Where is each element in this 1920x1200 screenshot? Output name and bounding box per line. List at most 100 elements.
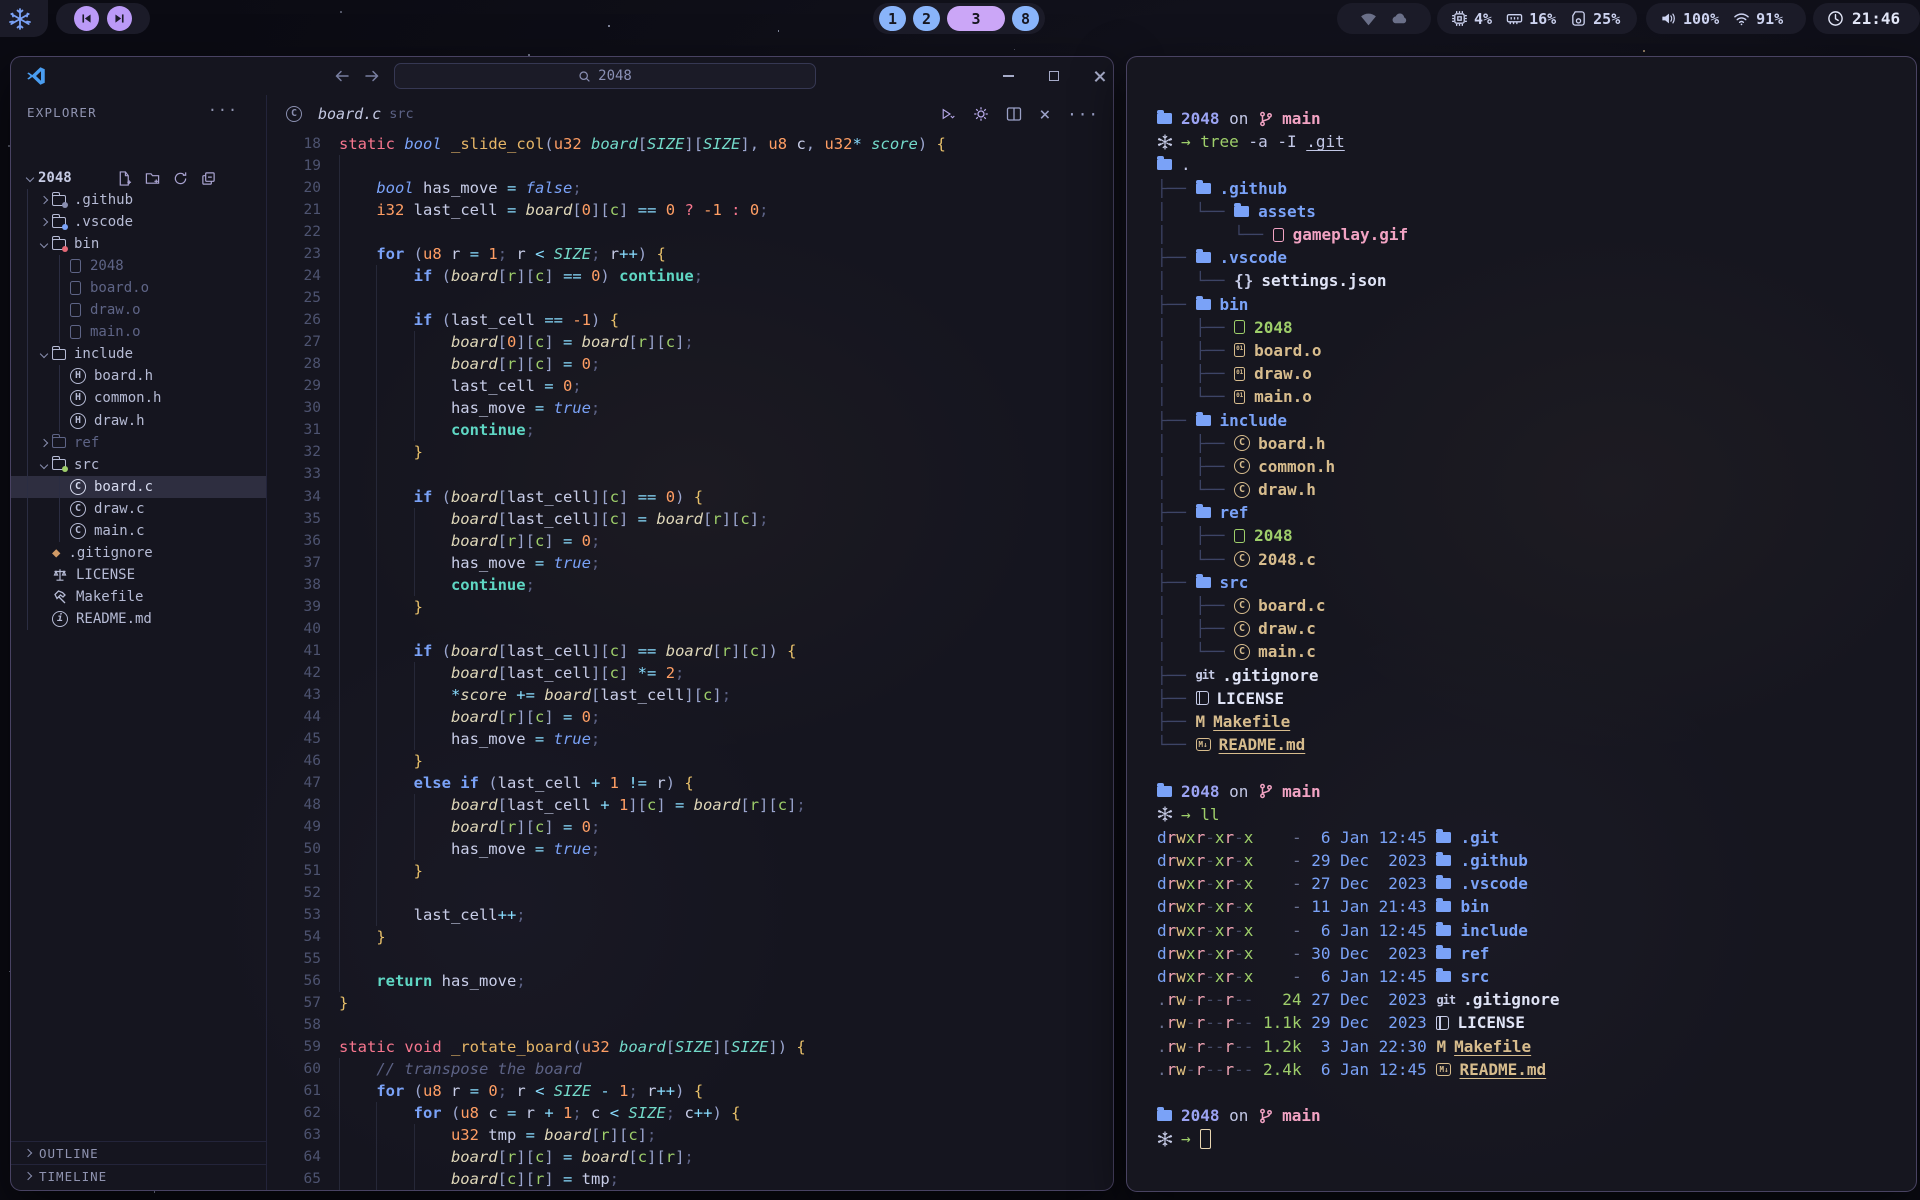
media-next-button[interactable] (107, 6, 132, 31)
code-line-62[interactable]: 62for (u8 c = r + 1; c < SIZE; c++) { (268, 1102, 1113, 1124)
code-line-61[interactable]: 61for (u8 r = 0; r < SIZE - 1; r++) { (268, 1080, 1113, 1102)
maximize-button[interactable] (1045, 67, 1063, 85)
close-editor-icon[interactable] (1040, 110, 1049, 119)
code-line-51[interactable]: 51} (268, 860, 1113, 882)
code-line-21[interactable]: 21i32 last_cell = board[0][c] == 0 ? -1 … (268, 199, 1113, 221)
tree-item-.gitignore[interactable]: ◆.gitignore (11, 542, 266, 564)
command-search-input[interactable]: 2048 (394, 63, 816, 89)
minimize-button[interactable] (999, 67, 1017, 85)
tree-item-main.o[interactable]: main.o (11, 321, 266, 343)
code-line-31[interactable]: 31continue; (268, 419, 1113, 441)
tree-item-bin[interactable]: bin (11, 233, 266, 255)
terminal-cursor[interactable] (1200, 1129, 1211, 1149)
code-line-45[interactable]: 45has_move = true; (268, 728, 1113, 750)
code-line-50[interactable]: 50has_move = true; (268, 838, 1113, 860)
code-line-18[interactable]: 18static bool _slide_col(u32 board[SIZE]… (268, 133, 1113, 155)
tree-item-src[interactable]: src (11, 454, 266, 476)
tree-item-board.c[interactable]: Cboard.c (11, 476, 266, 498)
weather-widget[interactable] (1337, 3, 1431, 34)
tree-item-draw.c[interactable]: Cdraw.c (11, 498, 266, 520)
code-line-48[interactable]: 48board[last_cell + 1][c] = board[r][c]; (268, 794, 1113, 816)
code-line-46[interactable]: 46} (268, 750, 1113, 772)
code-line-32[interactable]: 32} (268, 441, 1113, 463)
system-stats[interactable]: 4% 16% 25% (1437, 3, 1637, 34)
code-line-65[interactable]: 65board[c][r] = tmp; (268, 1168, 1113, 1190)
code-line-26[interactable]: 26if (last_cell == -1) { (268, 309, 1113, 331)
new-file-icon[interactable] (117, 171, 132, 186)
audio-network-widget[interactable]: 100% 91% (1646, 3, 1806, 34)
tree-item-draw.o[interactable]: draw.o (11, 299, 266, 321)
code-line-39[interactable]: 39} (268, 596, 1113, 618)
terminal-window[interactable]: 2048 on main→ tree -a -I .git.├── .githu… (1126, 56, 1917, 1192)
clock-widget[interactable]: 21:46 (1813, 3, 1920, 34)
code-line-58[interactable]: 58 (268, 1014, 1113, 1036)
code-line-34[interactable]: 34if (board[last_cell][c] == 0) { (268, 486, 1113, 508)
code-line-24[interactable]: 24if (board[r][c] == 0) continue; (268, 265, 1113, 287)
code-line-19[interactable]: 19 (268, 155, 1113, 177)
code-line-56[interactable]: 56return has_move; (268, 970, 1113, 992)
tree-item-.vscode[interactable]: .vscode (11, 211, 266, 233)
code-line-60[interactable]: 60// transpose the board (268, 1058, 1113, 1080)
tree-item-include[interactable]: include (11, 343, 266, 365)
run-debug-button[interactable] (940, 106, 956, 122)
tree-item-README.md[interactable]: iREADME.md (11, 608, 266, 630)
code-editor-area[interactable]: 18static bool _slide_col(u32 board[SIZE]… (268, 133, 1113, 1190)
code-line-44[interactable]: 44board[r][c] = 0; (268, 706, 1113, 728)
media-previous-button[interactable] (74, 6, 99, 31)
editor-more-icon[interactable]: ··· (1067, 105, 1099, 124)
workspace-1[interactable]: 1 (879, 6, 906, 31)
code-line-42[interactable]: 42board[last_cell][c] *= 2; (268, 662, 1113, 684)
tree-item-board.o[interactable]: board.o (11, 277, 266, 299)
history-forward-button[interactable] (363, 67, 381, 85)
collapse-folders-icon[interactable] (201, 171, 216, 186)
workspace-8[interactable]: 8 (1012, 6, 1039, 31)
new-folder-icon[interactable] (145, 171, 160, 186)
code-line-57[interactable]: 57} (268, 992, 1113, 1014)
refresh-icon[interactable] (173, 171, 188, 186)
code-line-40[interactable]: 40 (268, 618, 1113, 640)
code-line-64[interactable]: 64board[r][c] = board[c][r]; (268, 1146, 1113, 1168)
tree-item-LICENSE[interactable]: LICENSE (11, 564, 266, 586)
tree-item-board.h[interactable]: Hboard.h (11, 365, 266, 387)
tree-item-ref[interactable]: ref (11, 432, 266, 454)
close-window-button[interactable] (1090, 67, 1108, 85)
code-line-35[interactable]: 35board[last_cell][c] = board[r][c]; (268, 508, 1113, 530)
code-line-27[interactable]: 27board[0][c] = board[r][c]; (268, 331, 1113, 353)
code-line-22[interactable]: 22 (268, 221, 1113, 243)
workspace-2[interactable]: 2 (913, 6, 940, 31)
code-line-63[interactable]: 63u32 tmp = board[r][c]; (268, 1124, 1113, 1146)
explorer-root-2048[interactable]: 2048 (11, 167, 266, 189)
code-line-54[interactable]: 54} (268, 926, 1113, 948)
code-line-49[interactable]: 49board[r][c] = 0; (268, 816, 1113, 838)
code-line-41[interactable]: 41if (board[last_cell][c] == board[r][c]… (268, 640, 1113, 662)
code-line-52[interactable]: 52 (268, 882, 1113, 904)
code-line-59[interactable]: 59static void _rotate_board(u32 board[SI… (268, 1036, 1113, 1058)
code-line-29[interactable]: 29last_cell = 0; (268, 375, 1113, 397)
code-line-38[interactable]: 38continue; (268, 574, 1113, 596)
code-line-20[interactable]: 20bool has_move = false; (268, 177, 1113, 199)
settings-gear-icon[interactable] (973, 106, 989, 122)
code-line-36[interactable]: 36board[r][c] = 0; (268, 530, 1113, 552)
panel-outline[interactable]: OUTLINE (11, 1141, 266, 1164)
tab-board-c[interactable]: C board.c src (276, 95, 424, 133)
tree-item-.github[interactable]: .github (11, 189, 266, 211)
panel-timeline[interactable]: TIMELINE (11, 1164, 266, 1187)
tree-item-main.c[interactable]: Cmain.c (11, 520, 266, 542)
tree-item-2048[interactable]: 2048 (11, 255, 266, 277)
code-line-28[interactable]: 28board[r][c] = 0; (268, 353, 1113, 375)
code-line-47[interactable]: 47else if (last_cell + 1 != r) { (268, 772, 1113, 794)
workspace-3-active[interactable]: 3 (947, 6, 1005, 31)
tree-item-Makefile[interactable]: Makefile (11, 586, 266, 608)
split-editor-icon[interactable] (1006, 106, 1022, 122)
code-line-53[interactable]: 53last_cell++; (268, 904, 1113, 926)
code-line-55[interactable]: 55 (268, 948, 1113, 970)
code-line-37[interactable]: 37has_move = true; (268, 552, 1113, 574)
code-line-33[interactable]: 33 (268, 463, 1113, 485)
code-line-25[interactable]: 25 (268, 287, 1113, 309)
history-back-button[interactable] (333, 67, 351, 85)
tree-item-draw.h[interactable]: Hdraw.h (11, 410, 266, 432)
code-line-23[interactable]: 23for (u8 r = 1; r < SIZE; r++) { (268, 243, 1113, 265)
explorer-more-icon[interactable]: ··· (208, 101, 238, 119)
code-line-30[interactable]: 30has_move = true; (268, 397, 1113, 419)
editor-titlebar[interactable]: 2048 (11, 57, 1113, 95)
